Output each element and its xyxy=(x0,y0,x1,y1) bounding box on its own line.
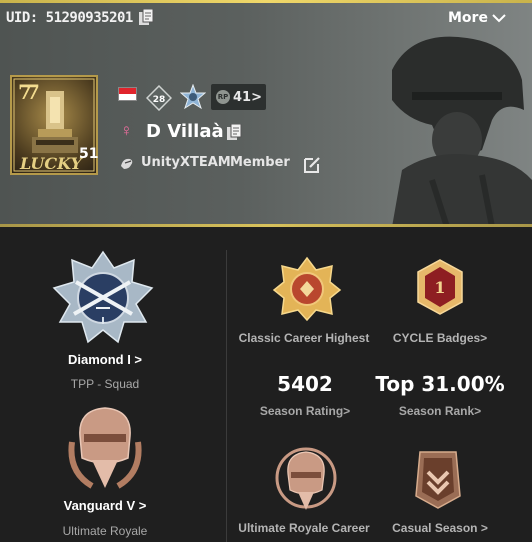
svg-text:LUCKY: LUCKY xyxy=(19,154,84,173)
casual-season-link[interactable]: Casual Season > xyxy=(380,521,500,535)
ultimate-royale-career-label[interactable]: Ultimate Royale Career xyxy=(232,521,376,535)
ultimate-mode: Ultimate Royale xyxy=(62,524,148,538)
gender-female-icon: ♀ xyxy=(120,121,133,140)
more-label: More xyxy=(448,10,488,26)
royale-pass-button[interactable]: RP 41> xyxy=(211,84,266,110)
vanguard-tier-emblem-icon[interactable] xyxy=(62,402,148,490)
classic-career-highest-label: Classic Career Highest xyxy=(238,331,370,345)
classic-career-emblem-icon[interactable] xyxy=(272,256,342,322)
clan-name[interactable]: UnityXTEAM xyxy=(141,155,231,170)
ultimate-royale-career-emblem-icon[interactable] xyxy=(274,446,338,512)
country-flag-icon xyxy=(118,87,137,101)
profile-header: UID: 51290935201 More 7 7 LUCKY 51 28 RP… xyxy=(0,0,532,227)
level-badge-text: 28 xyxy=(153,95,166,105)
soldier-silhouette xyxy=(392,36,532,227)
tier-badge-icon xyxy=(180,84,206,110)
avatar-level: 51 xyxy=(79,146,99,162)
cycle-badge-emblem-icon[interactable]: 1 xyxy=(414,258,466,316)
clan-emblem-icon xyxy=(121,158,133,169)
season-rank-value: Top 31.00% xyxy=(375,372,505,396)
season-rating-link[interactable]: Season Rating> xyxy=(240,404,370,418)
ultimate-tier-link[interactable]: Vanguard V > xyxy=(20,498,190,513)
rp-icon: RP xyxy=(216,90,230,104)
level-badge-icon: 28 xyxy=(146,85,172,111)
player-name: D Villaà xyxy=(146,121,224,142)
edit-icon[interactable] xyxy=(302,155,322,175)
more-button[interactable]: More xyxy=(448,10,506,26)
rp-value: 41> xyxy=(233,89,262,105)
column-divider xyxy=(226,250,227,542)
copy-name-icon[interactable] xyxy=(226,124,243,141)
copy-icon[interactable] xyxy=(138,9,155,26)
tpp-tier-link[interactable]: Diamond I > xyxy=(20,352,190,367)
uid-text: UID: 51290935201 xyxy=(6,10,133,26)
cycle-badges-link[interactable]: CYCLE Badges> xyxy=(380,331,500,345)
chevron-down-icon xyxy=(492,14,506,23)
clan-role: Member xyxy=(230,155,290,170)
svg-text:I: I xyxy=(101,316,105,327)
season-rating-value: 5402 xyxy=(277,372,333,396)
season-rank-link[interactable]: Season Rank> xyxy=(370,404,510,418)
tpp-mode: TPP - Squad xyxy=(70,377,140,391)
casual-season-emblem-icon[interactable] xyxy=(410,446,466,510)
diamond-tier-emblem-icon[interactable]: I xyxy=(48,248,158,348)
svg-text:1: 1 xyxy=(434,278,445,297)
svg-text:7: 7 xyxy=(26,80,40,104)
